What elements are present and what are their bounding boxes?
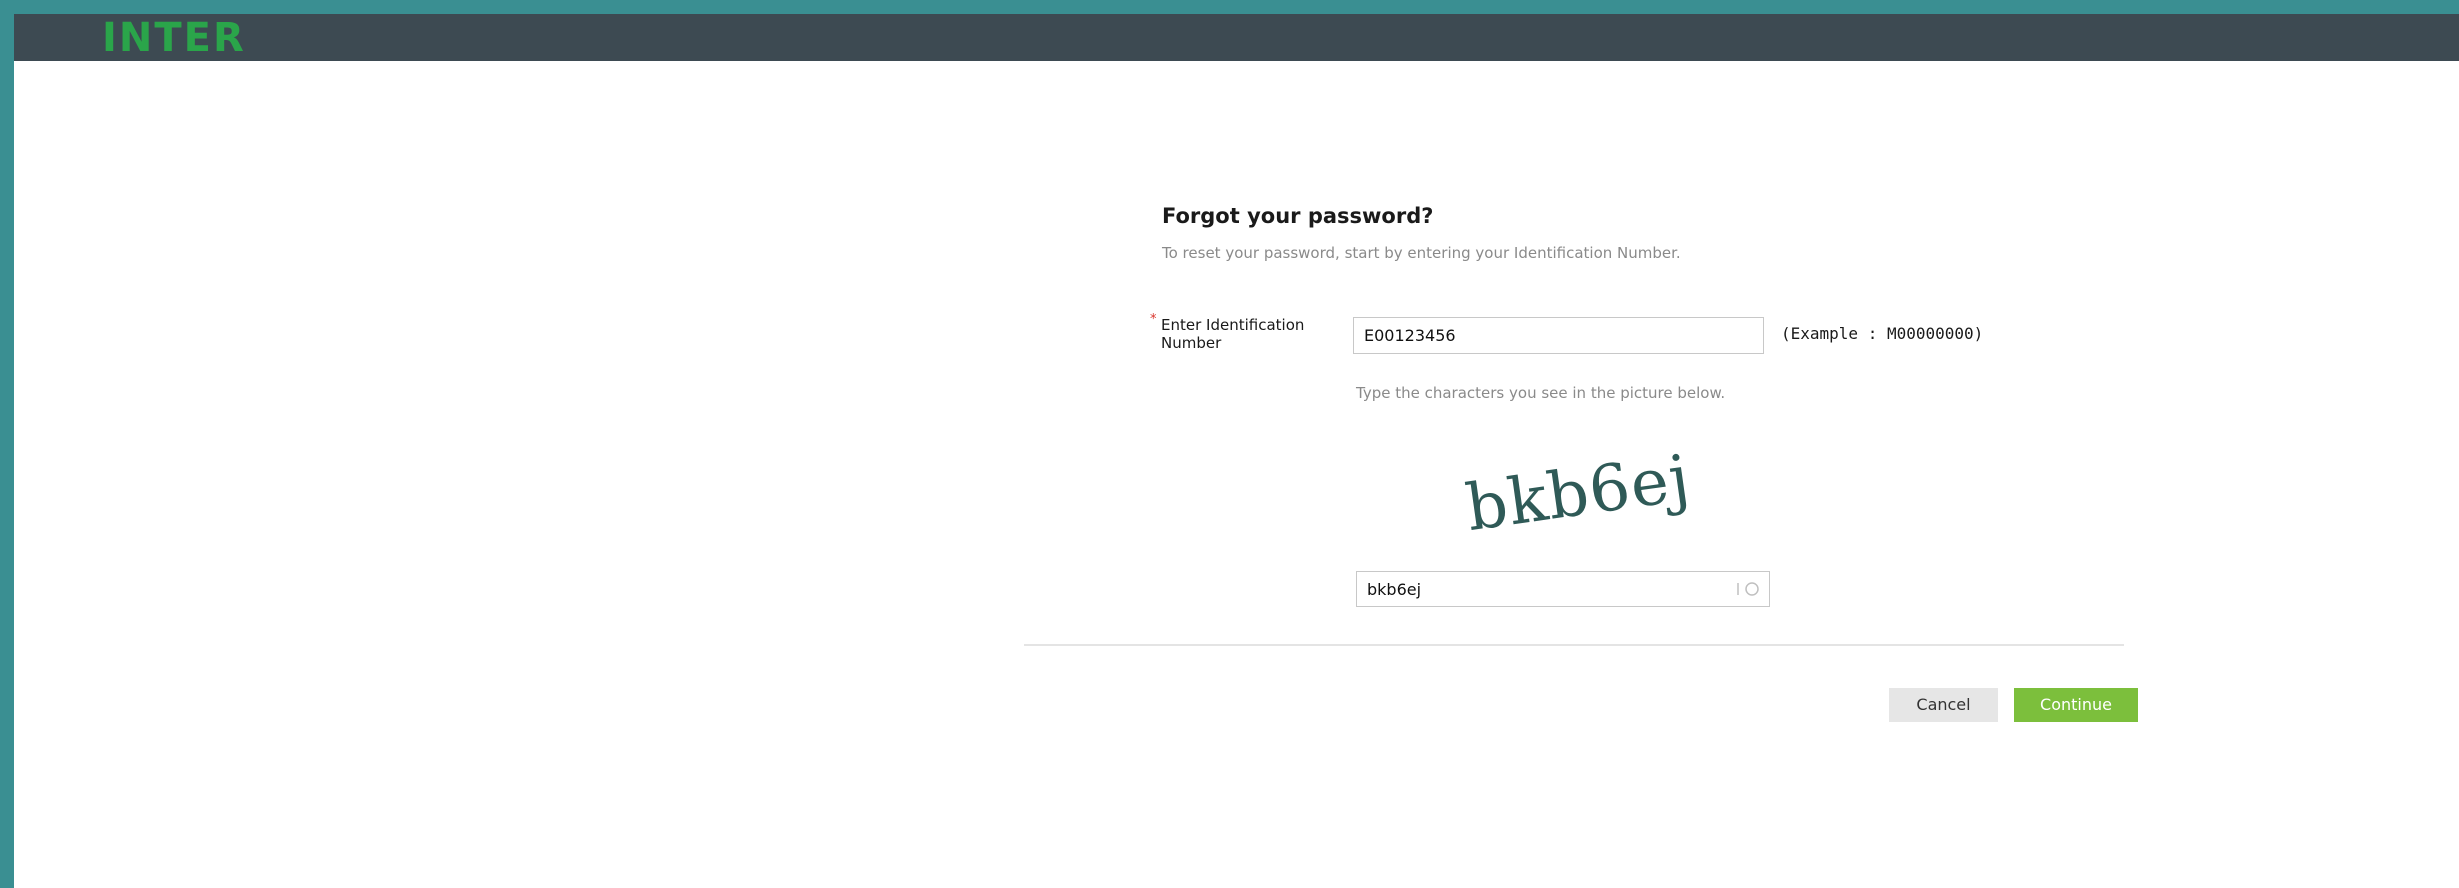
form-divider (1024, 644, 2124, 646)
id-number-label: Enter Identification Number (1161, 316, 1305, 352)
required-marker: * (1150, 312, 1157, 327)
brand-logo[interactable]: INTER (102, 18, 246, 58)
continue-button[interactable]: Continue (2014, 688, 2138, 722)
captcha-text: bkb6ej (1462, 442, 1690, 546)
captcha-instructions: Type the characters you see in the pictu… (1356, 384, 1726, 402)
clear-input-icon[interactable] (1734, 580, 1764, 598)
top-bar: INTER (14, 14, 2459, 61)
captcha-image: bkb6ej (1462, 442, 1690, 546)
page-subtitle: To reset your password, start by enterin… (1162, 244, 1681, 262)
page-title: Forgot your password? (1162, 204, 1434, 228)
app-frame: INTER Forgot your password? To reset you… (14, 14, 2459, 888)
captcha-input[interactable] (1356, 571, 1770, 607)
cancel-button[interactable]: Cancel (1889, 688, 1998, 722)
id-example-hint: (Example : M00000000) (1781, 324, 1984, 343)
id-number-input[interactable] (1353, 317, 1764, 354)
